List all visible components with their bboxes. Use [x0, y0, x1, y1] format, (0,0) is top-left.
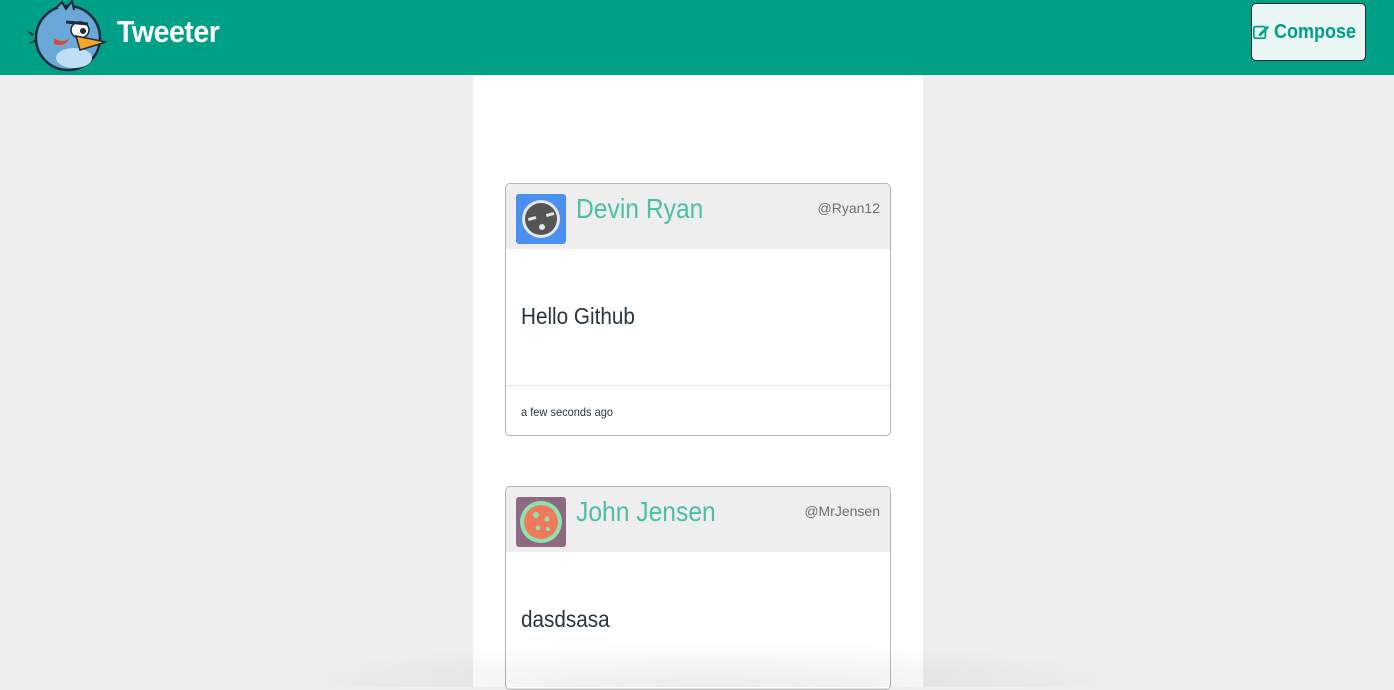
tweet-body: dasdsasa: [506, 552, 890, 689]
tweet-text: Hello Github: [521, 303, 635, 329]
brand-title[interactable]: Tweeter: [117, 14, 220, 50]
tweet-header: John Jensen @MrJensen: [506, 487, 890, 552]
tweet-timestamp: a few seconds ago: [521, 405, 614, 419]
tweet-author-handle: @MrJensen: [804, 503, 880, 519]
tweet-author-name: John Jensen: [576, 496, 716, 527]
blue-bird-logo-icon[interactable]: [26, 0, 108, 72]
robot-face-avatar: [516, 194, 566, 244]
tweet-feed: Devin Ryan @Ryan12 Hello Github a few se…: [473, 75, 923, 690]
tweet-card: John Jensen @MrJensen dasdsasa: [505, 486, 891, 690]
compose-label: Compose: [1273, 20, 1356, 43]
compose-button[interactable]: Compose: [1251, 3, 1366, 61]
top-navbar: Tweeter Compose: [0, 0, 1394, 75]
tweet-author-handle: @Ryan12: [817, 200, 880, 216]
tweet-author-name: Devin Ryan: [576, 193, 704, 224]
tweet-card: Devin Ryan @Ryan12 Hello Github a few se…: [505, 183, 891, 436]
edit-icon: [1252, 25, 1269, 40]
tweet-text: dasdsasa: [521, 606, 610, 632]
tweet-footer: a few seconds ago: [506, 386, 890, 435]
pizza-avatar: [516, 497, 566, 547]
tweet-body: Hello Github: [506, 249, 890, 386]
tweet-header: Devin Ryan @Ryan12: [506, 184, 890, 249]
